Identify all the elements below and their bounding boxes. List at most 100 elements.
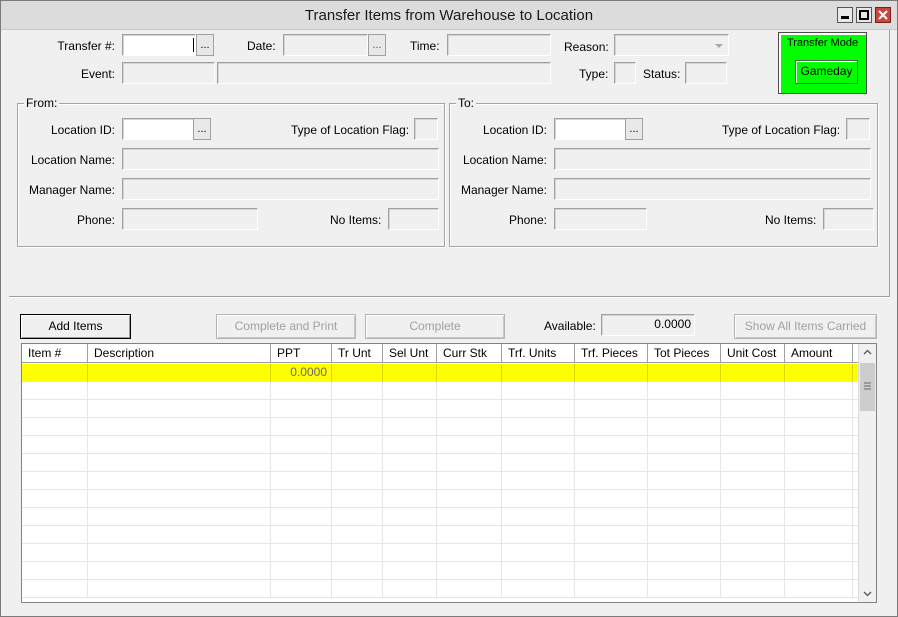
col-item-number[interactable]: Item # [22,344,88,363]
grid-cell[interactable] [22,454,88,472]
grid-cell[interactable] [383,364,437,382]
grid-cell[interactable] [88,400,271,418]
from-no-items-input[interactable] [388,208,439,230]
scroll-up-button[interactable] [859,344,876,361]
show-all-items-button[interactable]: Show All Items Carried [734,314,877,339]
grid-row[interactable] [22,454,858,472]
grid-cell[interactable] [437,508,502,526]
reason-dropdown-arrow[interactable] [711,36,727,54]
complete-button[interactable]: Complete [365,314,505,339]
col-trf-units[interactable]: Trf. Units [502,344,575,363]
col-tr-unt[interactable]: Tr Unt [332,344,383,363]
grid-cell[interactable] [383,436,437,454]
grid-cell[interactable] [88,454,271,472]
grid-cell[interactable] [22,580,88,598]
grid-cell[interactable] [22,382,88,400]
grid-cell[interactable] [575,382,648,400]
grid-cell[interactable] [785,436,853,454]
grid-cell[interactable] [575,544,648,562]
grid-cell[interactable] [332,490,383,508]
grid-cell[interactable] [575,580,648,598]
grid-cell[interactable] [22,436,88,454]
grid-cell[interactable] [437,436,502,454]
transfer-mode-button[interactable]: Gameday [795,60,858,84]
grid-cell[interactable] [383,544,437,562]
grid-cell[interactable] [88,526,271,544]
grid-cell[interactable] [785,400,853,418]
grid-cell[interactable] [575,418,648,436]
grid-cell[interactable] [785,544,853,562]
grid-cell[interactable] [88,508,271,526]
grid-cell[interactable] [22,508,88,526]
grid-scrollbar[interactable] [858,344,876,602]
scroll-thumb[interactable] [860,363,875,411]
grid-cell[interactable] [575,562,648,580]
col-description[interactable]: Description [88,344,271,363]
grid-cell[interactable] [437,526,502,544]
grid-cell[interactable] [648,454,721,472]
grid-row[interactable] [22,418,858,436]
grid-cell[interactable] [88,382,271,400]
grid-cell[interactable] [648,508,721,526]
grid-cell[interactable] [332,436,383,454]
grid-cell[interactable] [721,490,785,508]
grid-cell[interactable] [502,580,575,598]
grid-row[interactable] [22,508,858,526]
grid-cell[interactable] [383,472,437,490]
grid-row-selected[interactable]: 0.0000 [22,364,858,382]
time-input[interactable] [447,34,551,56]
grid-cell[interactable] [502,490,575,508]
grid-cell[interactable] [502,382,575,400]
grid-cell[interactable] [575,508,648,526]
grid-cell[interactable] [332,472,383,490]
scroll-down-button[interactable] [859,585,876,602]
grid-cell[interactable] [721,364,785,382]
grid-cell[interactable] [383,490,437,508]
complete-and-print-button[interactable]: Complete and Print [216,314,356,339]
from-location-name-input[interactable] [122,148,439,170]
grid-cell[interactable] [785,526,853,544]
grid-cell[interactable] [437,454,502,472]
grid-cell[interactable] [88,562,271,580]
grid-cell[interactable] [575,490,648,508]
from-location-lookup-button[interactable]: ... [193,118,211,140]
grid-cell[interactable] [271,490,332,508]
type-input[interactable] [614,62,636,84]
grid-cell[interactable] [575,400,648,418]
grid-cell[interactable] [721,508,785,526]
grid-cell[interactable] [332,418,383,436]
grid-cell[interactable] [502,508,575,526]
grid-cell[interactable] [785,364,853,382]
to-location-id-input[interactable] [554,118,626,140]
col-tot-pieces[interactable]: Tot Pieces [648,344,721,363]
from-flag-input[interactable] [414,118,438,140]
grid-cell[interactable] [22,562,88,580]
grid-cell[interactable] [721,382,785,400]
grid-cell[interactable] [785,454,853,472]
grid-cell[interactable] [383,382,437,400]
grid-cell[interactable] [271,454,332,472]
grid-cell[interactable] [648,472,721,490]
grid-cell[interactable] [383,418,437,436]
grid-cell[interactable] [383,526,437,544]
grid-row[interactable] [22,400,858,418]
grid-cell[interactable] [785,562,853,580]
grid-cell[interactable] [721,454,785,472]
grid-cell[interactable] [502,418,575,436]
grid-row[interactable] [22,562,858,580]
title-bar[interactable]: Transfer Items from Warehouse to Locatio… [1,1,897,30]
to-phone-input[interactable] [554,208,647,230]
grid-cell[interactable] [383,400,437,418]
grid-cell[interactable] [502,454,575,472]
status-input[interactable] [685,62,727,84]
grid-cell[interactable] [332,508,383,526]
grid-cell[interactable] [785,472,853,490]
to-no-items-input[interactable] [823,208,874,230]
grid-cell[interactable] [648,490,721,508]
grid-cell[interactable] [575,454,648,472]
grid-cell-ppt[interactable]: 0.0000 [271,364,332,382]
grid-cell[interactable] [22,490,88,508]
date-input[interactable] [283,34,368,56]
grid-cell[interactable] [575,364,648,382]
grid-cell[interactable] [502,544,575,562]
